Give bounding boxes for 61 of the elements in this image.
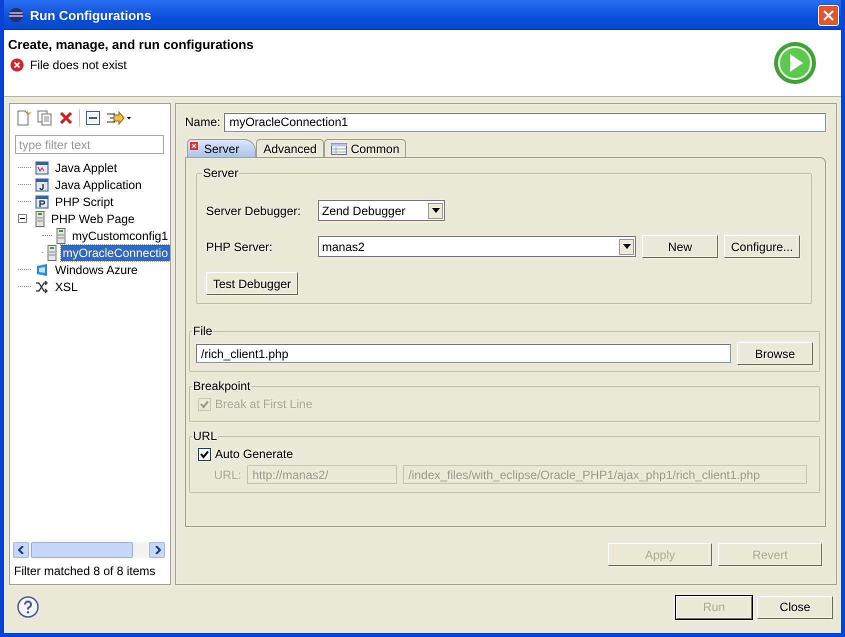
debugger-dropdown[interactable]: Zend Debugger [318,200,445,221]
tree-item[interactable]: PHP Script [53,194,116,210]
chevron-right-icon [154,546,160,554]
tree-item[interactable]: Windows Azure [53,262,140,278]
tree-item[interactable]: PHP Web Page [49,210,137,226]
applet-icon [35,160,49,174]
url-label: URL: [214,468,242,482]
chevron-left-icon [18,546,24,554]
server-icon [56,228,66,244]
dialog-button[interactable]: Close [757,596,833,618]
checkbox-label: Break at First Line [215,397,312,411]
tab[interactable]: Common [324,139,406,157]
group-title: Breakpoint [192,379,252,393]
field-label: PHP Server: [206,240,274,254]
name-label: Name: [185,115,220,129]
tab[interactable]: Server [187,139,256,157]
delete-icon[interactable] [59,111,73,125]
copy-icon[interactable] [37,110,53,126]
horizontal-scrollbar[interactable] [13,542,165,558]
help-icon[interactable] [17,596,39,618]
filter-arrows-icon[interactable] [106,110,132,126]
group-title: URL [192,429,218,443]
error-icon [190,142,198,150]
server-icon [46,244,57,260]
tree-item[interactable]: Java Application [53,176,144,192]
window-p-icon [35,194,49,208]
tree-item[interactable]: XSL [53,278,80,294]
test-debugger-button[interactable]: Test Debugger [206,272,298,295]
error-icon [10,58,24,72]
file-field[interactable]: /rich_client1.php [196,344,731,363]
dialog-button[interactable]: Configure... [724,235,800,258]
run-icon [773,41,817,85]
table-icon [330,142,347,154]
sphere-icon [8,7,24,23]
tree-item[interactable]: myCustomconfig1 [70,228,170,244]
collapse-all-icon[interactable] [86,111,100,125]
window-logo-icon [35,262,49,276]
browse-button[interactable]: Browse [737,342,813,365]
header-title: Create, manage, and run configurations [8,37,254,52]
dropdown-arrow-icon [432,208,440,213]
group-title: File [192,324,214,338]
tab[interactable]: Advanced [256,139,324,157]
close-icon [823,10,834,20]
filter-status: Filter matched 8 of 8 items [13,563,156,580]
window-title: Run Configurations [30,8,152,22]
filter-field[interactable]: type filter text [15,135,164,154]
tree-item[interactable]: Java Applet [53,160,120,176]
new-document-icon[interactable] [15,110,31,126]
error-message: File does not exist [30,58,127,72]
window-j-icon [35,178,49,192]
name-field[interactable]: myOracleConnection1 [224,112,826,132]
server-dropdown[interactable]: manas2 [318,236,636,257]
close-button[interactable] [818,4,839,26]
dialog-button[interactable]: New [642,235,718,258]
checkbox-label: Auto Generate [215,447,294,461]
group-title: Server [202,166,240,180]
field-label: Server Debugger: [206,204,302,218]
crossed-arrows-icon [35,280,49,294]
tree-item[interactable]: myOracleConnectio [60,244,170,260]
server-icon [35,210,45,226]
dropdown-arrow-icon [622,244,630,249]
